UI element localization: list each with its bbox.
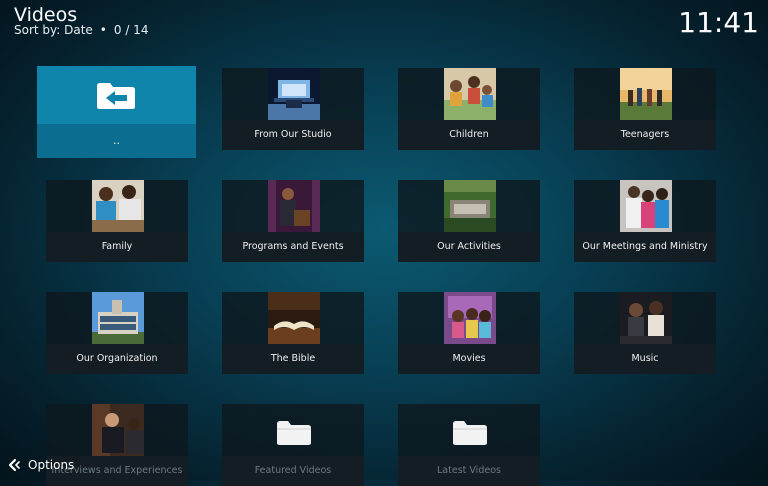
activities-thumbnail — [444, 180, 496, 232]
sort-label[interactable]: Sort by: Date — [14, 23, 93, 37]
tile-label: Children — [449, 129, 489, 140]
tile-our-meetings-and-ministry[interactable]: Our Meetings and Ministry — [574, 180, 716, 262]
programs-thumbnail — [268, 180, 320, 232]
options-arrow-icon — [8, 458, 20, 472]
music-thumbnail — [620, 292, 672, 344]
folder-icon — [453, 421, 487, 445]
tile-our-organization[interactable]: Our Organization — [46, 292, 188, 374]
tile-teenagers[interactable]: Teenagers — [574, 68, 716, 150]
tile-label: Teenagers — [620, 129, 670, 140]
folder-back-icon — [97, 83, 135, 109]
tile-label: Featured Videos — [254, 465, 332, 476]
tile-music[interactable]: Music — [574, 292, 716, 374]
tile-label: Our Activities — [437, 241, 501, 252]
family-thumbnail — [92, 180, 144, 232]
tile-featured-videos[interactable]: Featured Videos — [222, 404, 364, 486]
tile-label: From Our Studio — [254, 129, 332, 140]
tile-label: Our Organization — [76, 353, 158, 364]
tile-label: Family — [101, 241, 133, 252]
folder-icon — [277, 421, 311, 445]
tile-label: Latest Videos — [437, 465, 501, 476]
tile-the-bible[interactable]: The Bible — [222, 292, 364, 374]
sort-info: Sort by: Date • 0 / 14 — [14, 23, 148, 37]
meetings-thumbnail — [620, 180, 672, 232]
tile-label: Programs and Events — [242, 241, 344, 252]
children-thumbnail — [444, 68, 496, 120]
tile-family[interactable]: Family — [46, 180, 188, 262]
teenagers-thumbnail — [620, 68, 672, 120]
tile-our-activities[interactable]: Our Activities — [398, 180, 540, 262]
item-count: 0 / 14 — [113, 23, 149, 37]
tile-label: The Bible — [270, 353, 316, 364]
interviews-thumbnail — [92, 404, 144, 456]
tile-label: Our Meetings and Ministry — [582, 241, 708, 252]
tile-from-our-studio[interactable]: From Our Studio — [222, 68, 364, 150]
tile-label: Music — [631, 353, 659, 364]
organization-thumbnail — [92, 292, 144, 344]
tile-movies[interactable]: Movies — [398, 292, 540, 374]
tile-label: .. — [113, 134, 120, 147]
tile-parent-folder[interactable]: .. — [37, 66, 196, 158]
clock: 11:41 — [678, 6, 759, 39]
bible-thumbnail — [268, 292, 320, 344]
options-button[interactable]: Options — [6, 456, 74, 474]
tile-children[interactable]: Children — [398, 68, 540, 150]
options-label: Options — [28, 458, 75, 472]
tile-programs-and-events[interactable]: Programs and Events — [222, 180, 364, 262]
separator-dot: • — [99, 23, 107, 37]
movies-thumbnail — [444, 292, 496, 344]
tile-latest-videos[interactable]: Latest Videos — [398, 404, 540, 486]
studio-thumbnail — [268, 68, 320, 120]
tile-label: Movies — [452, 353, 486, 364]
